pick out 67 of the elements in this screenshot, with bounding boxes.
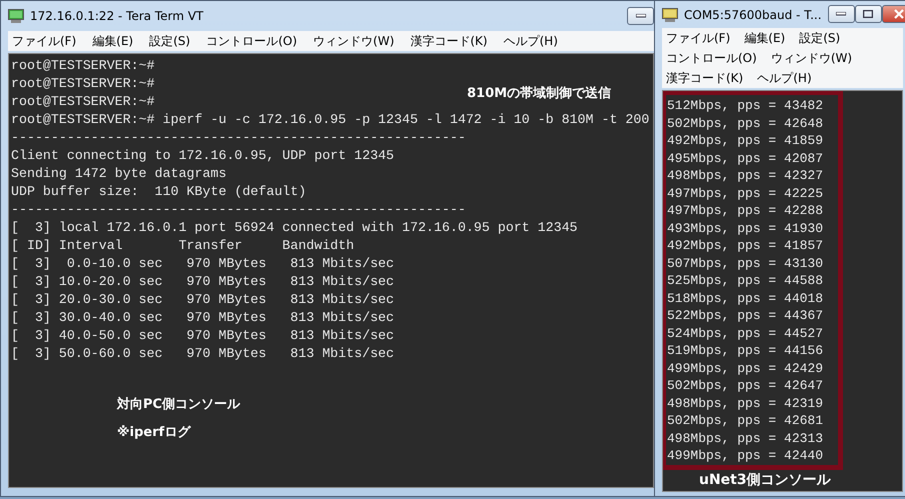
terminal-line: 498Mbps, pps = 42327 [667,167,824,184]
terminal-line: --------------------------------------------------------- [11,201,466,219]
terminal-line: 502Mbps, pps = 42647 [667,377,824,394]
menu-item[interactable]: 漢字コード(K) [666,70,744,86]
terminal-line: 498Mbps, pps = 42319 [667,394,824,412]
terminal-line: [ 3] local 172.16.0.1 port 56924 connected with 172.16.0.95 port 12345 [11,219,578,237]
terminal-line: [ 3] 10.0-20.0 sec 970 MBytes 813 Mbits/sec [11,273,394,291]
terminal-line: 525Mbps, pps = 44588 [667,272,824,290]
terminal-line: Client connecting to 172.16.0.95, UDP port 12345 [11,147,394,165]
terminal-line: [ 3] 40.0-50.0 sec 970 MBytes 813 Mbits/sec [11,327,394,345]
terminal-line: [ 3] 50.0-60.0 sec 970 MBytes 813 Mbits/sec [11,345,394,363]
menu-item[interactable]: コントロール(O) [206,32,298,50]
terminal-line: root@TESTSERVER:~# [11,57,155,75]
terminal-line: 502Mbps, pps = 42648 [667,114,824,132]
menu-item[interactable]: ヘルプ(H) [503,32,558,50]
terminal-icon [662,8,678,22]
terminal-line: --------------------------------------------------------- [11,129,466,147]
annotation-label: uNet3側コンソール [699,471,831,489]
menu-item[interactable]: 編集(E) [744,30,786,46]
menu-item[interactable]: ファイル(F) [12,32,76,50]
terminal-line: root@TESTSERVER:~# [11,75,155,93]
terminal-line: 507Mbps, pps = 43130 [667,254,824,272]
menu-item[interactable]: ウィンドウ(W) [313,32,394,50]
menu-item[interactable]: ヘルプ(H) [757,70,812,86]
window-title: 172.16.0.1:22 - Tera Term VT [30,9,204,23]
terminal-line: 512Mbps, pps = 43482 [667,97,824,114]
menu-item[interactable]: 編集(E) [92,32,134,50]
menu-item[interactable]: コントロール(O) [666,50,757,66]
maximize-button[interactable] [854,5,882,23]
terminal-line: 518Mbps, pps = 44018 [667,290,824,307]
annotation-label: ※iperfログ [117,424,190,441]
terminal-line: UDP buffer size: 110 KByte (default) [11,183,306,201]
terminal-line: 497Mbps, pps = 42288 [667,202,824,220]
terminal-line: 522Mbps, pps = 44367 [667,307,824,324]
minimize-icon [636,14,646,18]
terminal-line: 499Mbps, pps = 42440 [667,447,824,464]
terminal-line: Sending 1472 byte datagrams [11,165,226,183]
terminal-line: [ 3] 0.0-10.0 sec 970 MBytes 813 Mbits/sec [11,255,394,273]
terminal-line: 493Mbps, pps = 41930 [667,220,824,237]
menu-item[interactable]: 漢字コード(K) [410,32,488,50]
minimize-button[interactable] [627,7,654,25]
menu-item[interactable]: 設定(S) [799,30,840,46]
terminal-line: 498Mbps, pps = 42313 [667,430,824,447]
terminal-line: 495Mbps, pps = 42087 [667,150,824,167]
annotation-label: 対向PC側コンソール [117,396,240,413]
menu-item[interactable]: ファイル(F) [666,30,730,46]
terminal-line: [ ID] Interval Transfer Bandwidth [11,237,354,255]
terminal-line: 492Mbps, pps = 41857 [667,237,824,254]
minimize-icon [836,12,846,16]
menu-item[interactable]: 設定(S) [149,32,190,50]
maximize-icon [863,10,874,18]
terminal-line: 519Mbps, pps = 44156 [667,342,824,360]
close-icon [894,9,904,19]
terminal-line: [ 3] 20.0-30.0 sec 970 MBytes 813 Mbits/sec [11,291,394,309]
terminal-line: [ 3] 30.0-40.0 sec 970 MBytes 813 Mbits/sec [11,309,394,327]
terminal-icon [8,9,24,23]
minimize-button[interactable] [828,5,855,23]
terminal-line: 497Mbps, pps = 42225 [667,184,824,202]
terminal-line: 502Mbps, pps = 42681 [667,412,824,430]
menu-item[interactable]: ウィンドウ(W) [770,50,852,66]
terminal-line: 499Mbps, pps = 42429 [667,360,824,377]
terminal-line: root@TESTSERVER:~# [11,93,155,111]
terminal-line: root@TESTSERVER:~# iperf -u -c 172.16.0.95 -p 12345 -l 1472 -i 10 -b 810M -t 200 [11,111,650,129]
terminal-line: 524Mbps, pps = 44527 [667,324,824,342]
terminal-line: 492Mbps, pps = 41859 [667,132,824,150]
window-title: COM5:57600baud - T... [684,8,822,22]
annotation-label: 810Mの帯域制御で送信 [467,85,612,102]
